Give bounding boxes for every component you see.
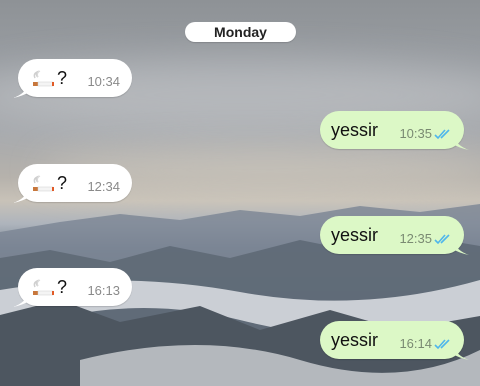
outgoing-message[interactable]: yessir 16:14 [320,321,469,360]
message-time: 12:34 [87,179,120,194]
double-check-read-icon [434,233,450,244]
message-time: 16:14 [399,336,432,351]
bubble-tail [13,293,29,307]
bubble-tail [13,189,29,203]
bubble-tail [453,136,469,150]
date-separator-label: Monday [214,24,267,40]
message-time: 10:35 [399,126,432,141]
incoming-message[interactable]: ? 16:13 [13,268,132,307]
cigarette-icon [31,278,55,298]
message-text: ? [57,172,68,193]
message-text: ? [57,276,68,297]
incoming-message[interactable]: ? 10:34 [13,59,132,98]
message-text: yessir [331,329,379,350]
bubble-tail [453,241,469,255]
cigarette-icon [31,174,55,194]
date-separator: Monday [185,22,296,42]
message-text: yessir [331,119,379,140]
cigarette-icon [31,69,55,89]
message-time: 16:13 [87,283,120,298]
double-check-read-icon [434,128,450,139]
message-text: ? [57,67,68,88]
message-time: 12:35 [399,231,432,246]
bubble-tail [13,84,29,98]
message-time: 10:34 [87,74,120,89]
message-text: yessir [331,224,379,245]
double-check-read-icon [434,338,450,349]
bubble-tail [453,346,469,360]
incoming-message[interactable]: ? 12:34 [13,164,132,203]
outgoing-message[interactable]: yessir 12:35 [320,216,469,255]
outgoing-message[interactable]: yessir 10:35 [320,111,469,150]
